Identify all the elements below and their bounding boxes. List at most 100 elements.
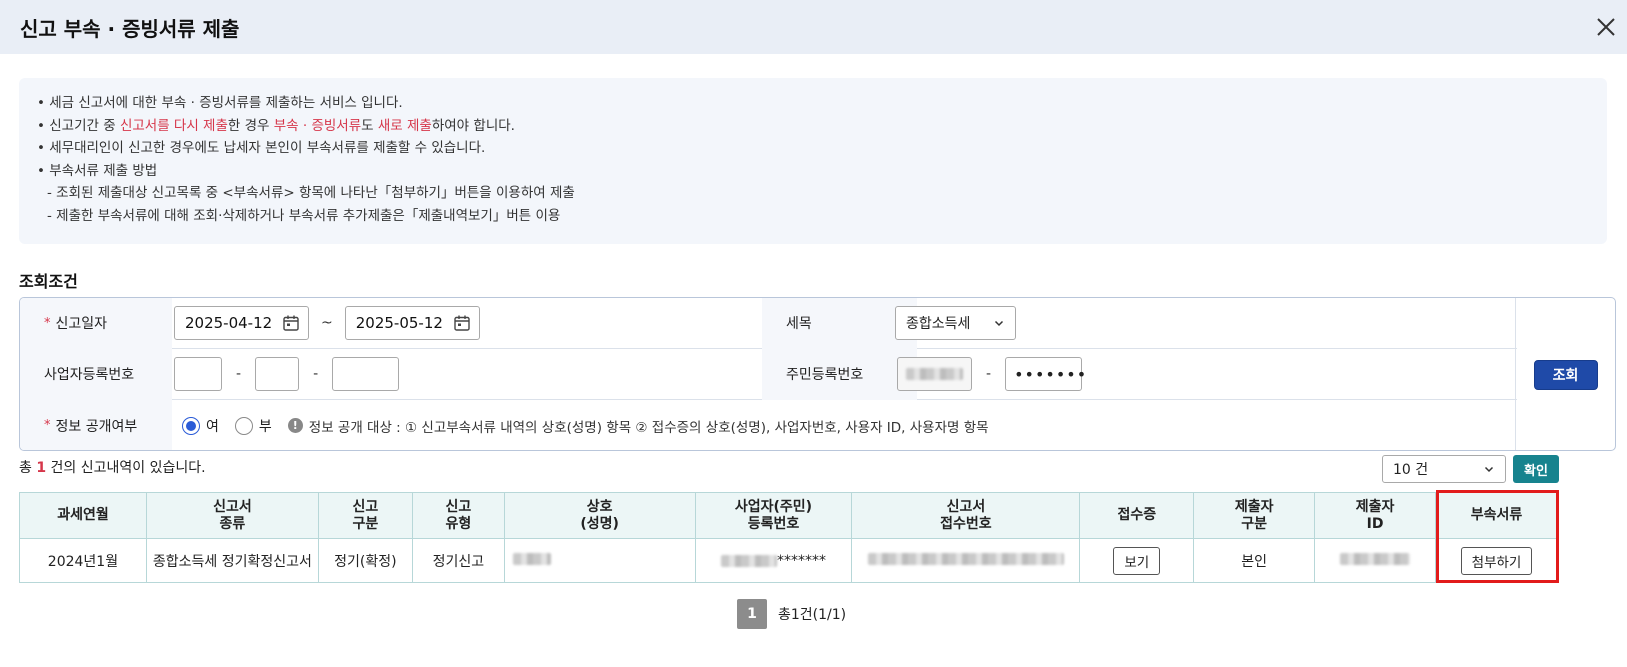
header-text: 유형: [445, 515, 472, 532]
calendar-icon[interactable]: [282, 314, 300, 332]
resident-no-label: 주민등록번호: [762, 348, 917, 400]
col-receipt-no: 신고서 접수번호: [851, 492, 1081, 539]
search-button[interactable]: 조회: [1533, 360, 1598, 390]
dialog-title: 신고 부속 · 증빙서류 제출: [20, 16, 240, 41]
disclosure-label: * 정보 공개여부: [20, 400, 172, 450]
required-mark: *: [44, 418, 51, 433]
label-text: 사업자등록번호: [44, 367, 135, 383]
radio-yes-label[interactable]: 여: [206, 416, 219, 436]
redacted-value: [906, 368, 963, 380]
redacted-value: [720, 554, 777, 567]
form-type-text: 종합소득세 정기확정신고서: [152, 553, 312, 570]
calendar-icon[interactable]: [453, 314, 471, 332]
info-icon: !: [287, 418, 303, 433]
date-range: 2025-04-12 ~ 2025-05-12: [174, 298, 480, 349]
dash-separator: -: [313, 366, 319, 382]
header-text: 상호: [586, 498, 613, 515]
page-size-select[interactable]: 10 건: [1382, 455, 1506, 483]
header-text: 등록번호: [747, 515, 800, 532]
result-table: 과세연월 신고서 종류 신고 구분 신고 유형 상호 (성명) 사업자(주민) 등록번호 …: [19, 492, 1558, 583]
cell-receipt: 보기: [1079, 538, 1195, 583]
header-text: 부속서류: [1470, 507, 1523, 523]
table-header-row: 과세연월 신고서 종류 신고 구분 신고 유형 상호 (성명) 사업자(주민) 등록번호 …: [19, 492, 1558, 539]
cell-report-type: 정기신고: [411, 538, 505, 583]
guide-emphasis: 새로 제출: [377, 117, 432, 134]
guide-text: 하여야 합니다.: [431, 117, 515, 134]
header-text: 신고서: [213, 498, 252, 515]
dash-separator: -: [236, 366, 242, 382]
redacted-value: [512, 552, 551, 565]
radio-no[interactable]: [234, 416, 253, 435]
col-reg-no: 사업자(주민) 등록번호: [694, 492, 853, 539]
masked-value: •••••••: [1014, 364, 1088, 384]
resident-no-back-input[interactable]: •••••••: [1005, 357, 1086, 391]
biz-no-inputs: - -: [174, 349, 400, 400]
count-prefix: 총: [19, 460, 37, 476]
header-text: ID: [1366, 515, 1384, 532]
dash-separator: -: [986, 366, 992, 382]
resident-no-front-input[interactable]: [897, 357, 972, 391]
header-text: 신고: [352, 498, 379, 515]
search-section-title: 조회조건: [19, 272, 78, 291]
header-text: 종류: [219, 515, 246, 532]
pagination: 1 총1건(1/1): [737, 599, 846, 629]
header-text: 접수번호: [940, 515, 992, 532]
guide-box: • 세금 신고서에 대한 부속 · 증빙서류를 제출하는 서비스 입니다. • …: [19, 78, 1607, 244]
date-from-input[interactable]: 2025-04-12: [174, 306, 309, 340]
radio-yes[interactable]: [182, 416, 200, 435]
chevron-down-icon: [994, 320, 1004, 327]
guide-emphasis: 신고서를 다시 제출: [119, 117, 228, 134]
header-text: 사업자(주민): [734, 498, 813, 515]
biz-no-part1-input[interactable]: [174, 357, 222, 391]
table-row: 2024년1월 종합소득세 정기확정신고서 정기(확정) 정기신고 ******…: [19, 538, 1558, 583]
date-from-value: 2025-04-12: [185, 314, 273, 332]
guide-line-4: • 부속서류 제출 방법: [37, 162, 158, 179]
header-text: 신고서: [946, 498, 986, 515]
view-receipt-button[interactable]: 보기: [1113, 546, 1161, 575]
cell-submitter-id: [1314, 538, 1436, 583]
guide-text: 도: [361, 117, 378, 134]
cell-receipt-no: [851, 538, 1081, 583]
col-receipt: 접수증: [1079, 492, 1195, 539]
header-text: 제출자: [1234, 498, 1274, 515]
guide-line-3: • 세무대리인이 신고한 경우에도 납세자 본인이 부속서류를 제출할 수 있습…: [37, 140, 486, 157]
search-form: *신고일자 2025-04-12 ~ 2025-05-12 세목 종합소득세: [19, 297, 1616, 451]
search-row-date: * 신고일자 2025-04-12 ~ 2025-05-12 세목 종합소득세: [20, 298, 1517, 349]
range-separator: ~: [321, 315, 333, 331]
col-report-type: 신고 유형: [411, 492, 505, 539]
dialog-header: 신고 부속 · 증빙서류 제출: [0, 0, 1627, 54]
biz-no-part2-input[interactable]: [255, 357, 300, 391]
guide-text: 한 경우: [227, 117, 274, 134]
header-text: 구분: [1241, 515, 1268, 532]
date-to-input[interactable]: 2025-05-12: [344, 306, 480, 340]
guide-emphasis: 부속 · 증빙서류: [273, 117, 362, 134]
label-text: 정보 공개여부: [55, 418, 138, 435]
biz-no-part3-input[interactable]: [332, 357, 400, 391]
close-icon[interactable]: [1591, 12, 1621, 42]
tax-item-label: 세목: [762, 298, 917, 349]
redacted-value: [1340, 552, 1411, 565]
col-submitter-type: 제출자 구분: [1193, 492, 1316, 539]
page-1-button[interactable]: 1: [737, 599, 767, 629]
header-text: 접수증: [1117, 507, 1157, 523]
header-text: 과세연월: [57, 507, 109, 523]
tax-item-select[interactable]: 종합소득세: [895, 306, 1016, 340]
attach-button[interactable]: 첨부하기: [1460, 546, 1533, 575]
header-text: 제출자: [1355, 498, 1395, 515]
header-text: 구분: [352, 515, 379, 532]
col-period: 과세연월: [19, 492, 147, 539]
required-mark: *: [44, 315, 51, 331]
label-text: 세목: [786, 316, 812, 332]
col-attachments: 부속서류: [1435, 492, 1558, 539]
col-report-class: 신고 구분: [317, 492, 413, 539]
tax-item-cell: 종합소득세: [895, 298, 1016, 349]
biz-no-label: 사업자등록번호: [20, 348, 172, 400]
radio-no-label[interactable]: 부: [259, 416, 272, 436]
confirm-button[interactable]: 확인: [1513, 455, 1559, 483]
search-row-disclosure: * 정보 공개여부 여 부 ! 정보 공개 대상 : ① 신고부속서류 내역의 상…: [20, 400, 1517, 450]
search-row-ids: 사업자등록번호 - - 주민등록번호 - •••••••: [20, 348, 1517, 400]
guide-line-1: • 세금 신고서에 대한 부속 · 증빙서류를 제출하는 서비스 입니다.: [37, 95, 403, 111]
col-form-type: 신고서 종류: [145, 492, 319, 539]
label-text: 주민등록번호: [786, 367, 864, 383]
chevron-down-icon: [1484, 466, 1494, 473]
